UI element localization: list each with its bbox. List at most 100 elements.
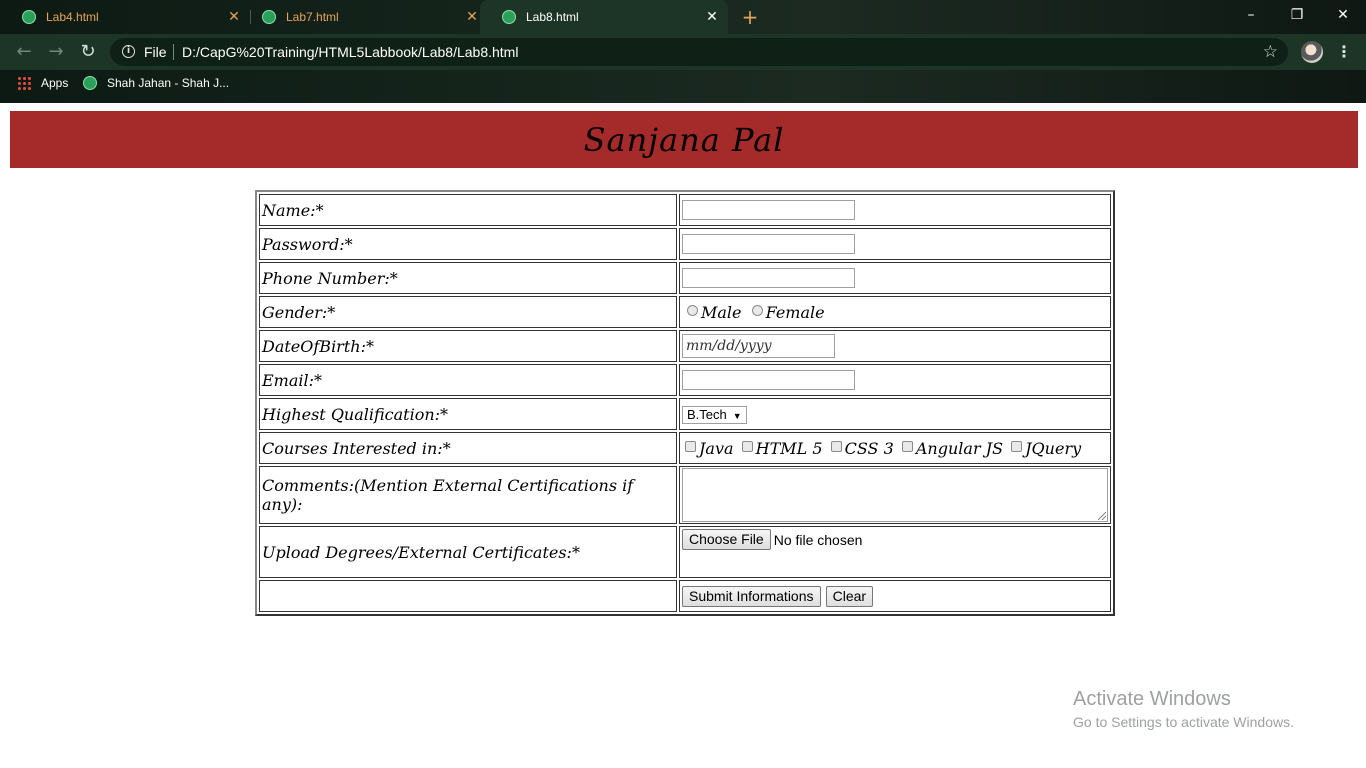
checkbox-label: Angular JS [915, 438, 1004, 458]
header-banner: Sanjana Pal [10, 111, 1358, 168]
form-row-comments: Comments:(Mention External Certification… [259, 466, 1111, 524]
back-arrow-icon[interactable]: ← [12, 40, 36, 64]
field-label: Password:* [259, 228, 677, 260]
field-cell [679, 364, 1111, 396]
name-input[interactable] [682, 200, 855, 221]
apps-grid-icon [17, 76, 31, 90]
field-cell: mm/dd/yyyy [679, 330, 1111, 362]
registration-form: Name:* Password:* Phone Number:* Gender:… [255, 190, 1115, 616]
bookmark-label: Apps [41, 76, 69, 90]
course-angularjs-checkbox[interactable] [901, 440, 913, 452]
select-value: B.Tech [687, 406, 727, 422]
globe-icon [83, 76, 97, 90]
field-cell [679, 262, 1111, 294]
close-tab-icon[interactable]: ✕ [464, 8, 480, 24]
resize-grip-icon[interactable] [1098, 512, 1106, 520]
form-row-dob: DateOfBirth:* mm/dd/yyyy [259, 330, 1111, 362]
url-text[interactable]: D:/CapG%20Training/HTML5Labbook/Lab8/Lab… [182, 44, 518, 60]
tab-title: Lab4.html [46, 10, 99, 24]
scheme-label: File [144, 44, 167, 60]
radio-label: Female [765, 302, 825, 322]
new-tab-plus-icon[interactable]: + [740, 6, 760, 28]
restore-window-icon[interactable]: ❐ [1274, 0, 1320, 30]
field-cell [679, 466, 1111, 524]
dropdown-arrow-icon: ▼ [732, 410, 742, 421]
tab-title: Lab7.html [286, 10, 339, 24]
kebab-menu-icon[interactable]: ⋮ [1336, 42, 1352, 64]
form-row-name: Name:* [259, 194, 1111, 226]
field-label: Upload Degrees/External Certificates:* [259, 526, 677, 578]
clear-button[interactable]: Clear [825, 585, 874, 607]
form-row-email: Email:* [259, 364, 1111, 396]
tab-title: Lab8.html [526, 10, 579, 24]
bookmark-apps[interactable]: Apps [17, 76, 68, 90]
field-label: Highest Qualification:* [259, 398, 677, 430]
globe-icon [22, 10, 36, 24]
tab-lab8[interactable]: Lab8.html ✕ [480, 0, 728, 34]
close-tab-icon[interactable]: ✕ [704, 8, 720, 24]
profile-avatar[interactable] [1301, 41, 1323, 63]
field-cell: Male Female [679, 296, 1111, 328]
form-row-gender: Gender:* Male Female [259, 296, 1111, 328]
field-cell: Choose File No file chosen [679, 526, 1111, 578]
empty-cell [259, 580, 677, 612]
form-row-password: Password:* [259, 228, 1111, 260]
form-row-courses: Courses Interested in:* Java HTML 5 CSS … [259, 432, 1111, 464]
watermark-subtitle: Go to Settings to activate Windows. [1073, 714, 1294, 730]
tab-strip: Lab4.html ✕ Lab7.html ✕ Lab8.html ✕ + – … [0, 0, 1366, 34]
globe-icon [502, 10, 516, 24]
omnibox-divider [173, 44, 174, 60]
activate-windows-watermark: Activate Windows Go to Settings to activ… [1073, 688, 1294, 730]
field-cell: Java HTML 5 CSS 3 Angular JS JQuery [679, 432, 1111, 464]
info-icon[interactable]: i [122, 45, 135, 58]
email-input[interactable] [682, 370, 855, 391]
phone-input[interactable] [682, 268, 855, 289]
watermark-title: Activate Windows [1073, 688, 1231, 710]
course-jquery-checkbox[interactable] [1011, 440, 1023, 452]
radio-label: Male [701, 302, 742, 322]
field-label: Gender:* [259, 296, 677, 328]
form-row-upload: Upload Degrees/External Certificates:* C… [259, 526, 1111, 578]
field-label: Phone Number:* [259, 262, 677, 294]
page-title: Sanjana Pal [583, 120, 785, 159]
submit-button[interactable]: Submit Informations [682, 585, 821, 607]
checkbox-label: Java [699, 438, 734, 458]
checkbox-label: JQuery [1025, 438, 1082, 458]
browser-toolbar: ← → ↻ i File D:/CapG%20Training/HTML5Lab… [0, 34, 1366, 70]
reload-icon[interactable]: ↻ [76, 40, 100, 64]
bookmark-shah-jahan[interactable]: Shah Jahan - Shah J... [83, 76, 229, 90]
bookmarks-bar: Apps Shah Jahan - Shah J... [0, 70, 1366, 100]
field-label: Courses Interested in:* [259, 432, 677, 464]
dob-input[interactable]: mm/dd/yyyy [682, 334, 835, 358]
globe-icon [262, 10, 276, 24]
gender-female-radio[interactable] [751, 304, 763, 316]
course-css3-checkbox[interactable] [830, 440, 842, 452]
field-label: Email:* [259, 364, 677, 396]
field-cell [679, 194, 1111, 226]
field-label: Name:* [259, 194, 677, 226]
gender-male-radio[interactable] [687, 304, 698, 316]
qualification-select[interactable]: B.Tech ▼ [682, 405, 747, 424]
course-html5-checkbox[interactable] [741, 440, 753, 452]
comments-textarea[interactable] [682, 468, 1108, 522]
field-label: DateOfBirth:* [259, 330, 677, 362]
minimize-window-icon[interactable]: – [1228, 0, 1274, 30]
tab-lab7[interactable]: Lab7.html ✕ [240, 0, 488, 34]
choose-file-button[interactable]: Choose File [682, 529, 771, 550]
password-input[interactable] [682, 234, 855, 255]
field-cell: B.Tech ▼ [679, 398, 1111, 430]
close-window-icon[interactable]: ✕ [1320, 0, 1366, 30]
no-file-text: No file chosen [773, 531, 863, 548]
bookmark-star-icon[interactable]: ☆ [1263, 42, 1278, 62]
address-bar[interactable]: i File D:/CapG%20Training/HTML5Labbook/L… [110, 38, 1288, 66]
forward-arrow-icon[interactable]: → [44, 40, 68, 64]
form-row-phone: Phone Number:* [259, 262, 1111, 294]
form-row-qualification: Highest Qualification:* B.Tech ▼ [259, 398, 1111, 430]
course-java-checkbox[interactable] [685, 440, 696, 452]
field-cell: Submit Informations Clear [679, 580, 1111, 612]
checkbox-label: CSS 3 [844, 438, 894, 458]
form-row-actions: Submit Informations Clear [259, 580, 1111, 612]
bookmark-label: Shah Jahan - Shah J... [107, 76, 230, 90]
browser-chrome: Lab4.html ✕ Lab7.html ✕ Lab8.html ✕ + – … [0, 0, 1366, 103]
tab-lab4[interactable]: Lab4.html ✕ [0, 0, 250, 34]
